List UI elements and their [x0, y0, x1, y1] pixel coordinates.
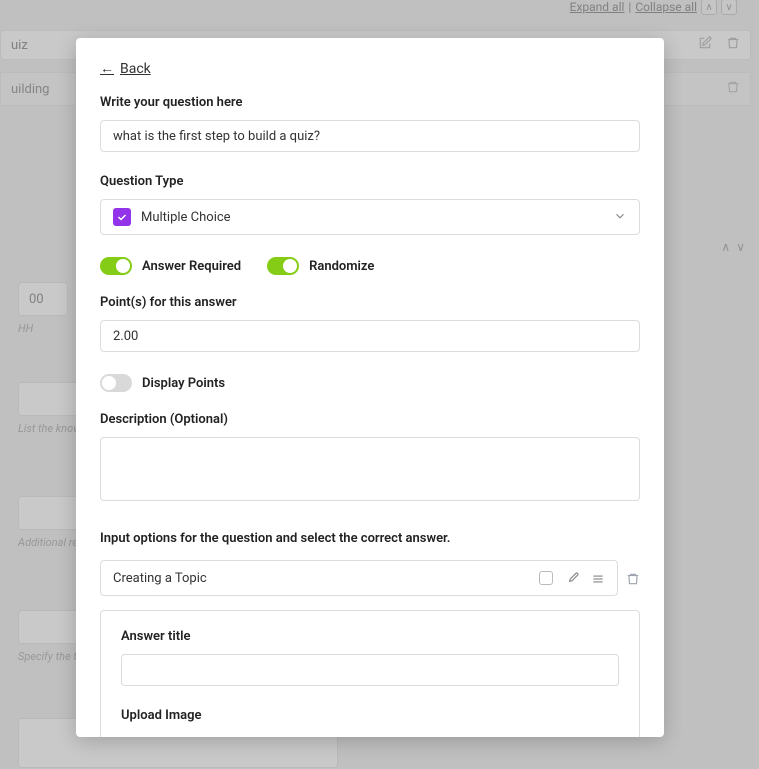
points-input[interactable] [100, 320, 640, 352]
description-textarea[interactable] [100, 437, 640, 501]
back-label: Back [120, 61, 151, 77]
display-points-toggle[interactable] [100, 374, 132, 392]
arrow-left-icon: ← [100, 60, 114, 77]
chevron-down-icon [613, 208, 627, 227]
answer-title-input[interactable] [121, 654, 619, 686]
answer-required-toggle[interactable] [100, 257, 132, 275]
answer-panel: Answer title Upload Image [100, 610, 640, 737]
points-label: Point(s) for this answer [100, 295, 640, 310]
randomize-label: Randomize [309, 259, 374, 274]
question-modal: ← Back Write your question here Question… [76, 38, 664, 737]
description-label: Description (Optional) [100, 412, 640, 427]
drag-handle-icon[interactable] [591, 571, 605, 585]
options-instruction: Input options for the question and selec… [100, 531, 640, 546]
question-type-value: Multiple Choice [141, 210, 613, 225]
option-box: Creating a Topic [100, 560, 618, 596]
answer-title-label: Answer title [121, 629, 619, 644]
toggle-row: Answer Required Randomize [100, 257, 640, 275]
answer-required-label: Answer Required [142, 259, 241, 274]
display-points-row: Display Points [100, 374, 640, 392]
question-input[interactable] [100, 120, 640, 152]
randomize-toggle[interactable] [267, 257, 299, 275]
multiple-choice-icon [113, 208, 131, 226]
question-label: Write your question here [100, 95, 640, 110]
option-correct-checkbox[interactable] [539, 571, 553, 585]
option-row: Creating a Topic [100, 560, 640, 596]
question-type-label: Question Type [100, 174, 640, 189]
upload-image-label: Upload Image [121, 708, 619, 723]
question-type-select[interactable]: Multiple Choice [100, 199, 640, 235]
edit-icon[interactable] [565, 571, 579, 585]
modal-scroll[interactable]: ← Back Write your question here Question… [76, 38, 664, 737]
back-button[interactable]: ← Back [100, 60, 151, 77]
display-points-label: Display Points [142, 376, 225, 391]
delete-option-button[interactable] [626, 571, 640, 585]
option-text: Creating a Topic [113, 571, 539, 586]
